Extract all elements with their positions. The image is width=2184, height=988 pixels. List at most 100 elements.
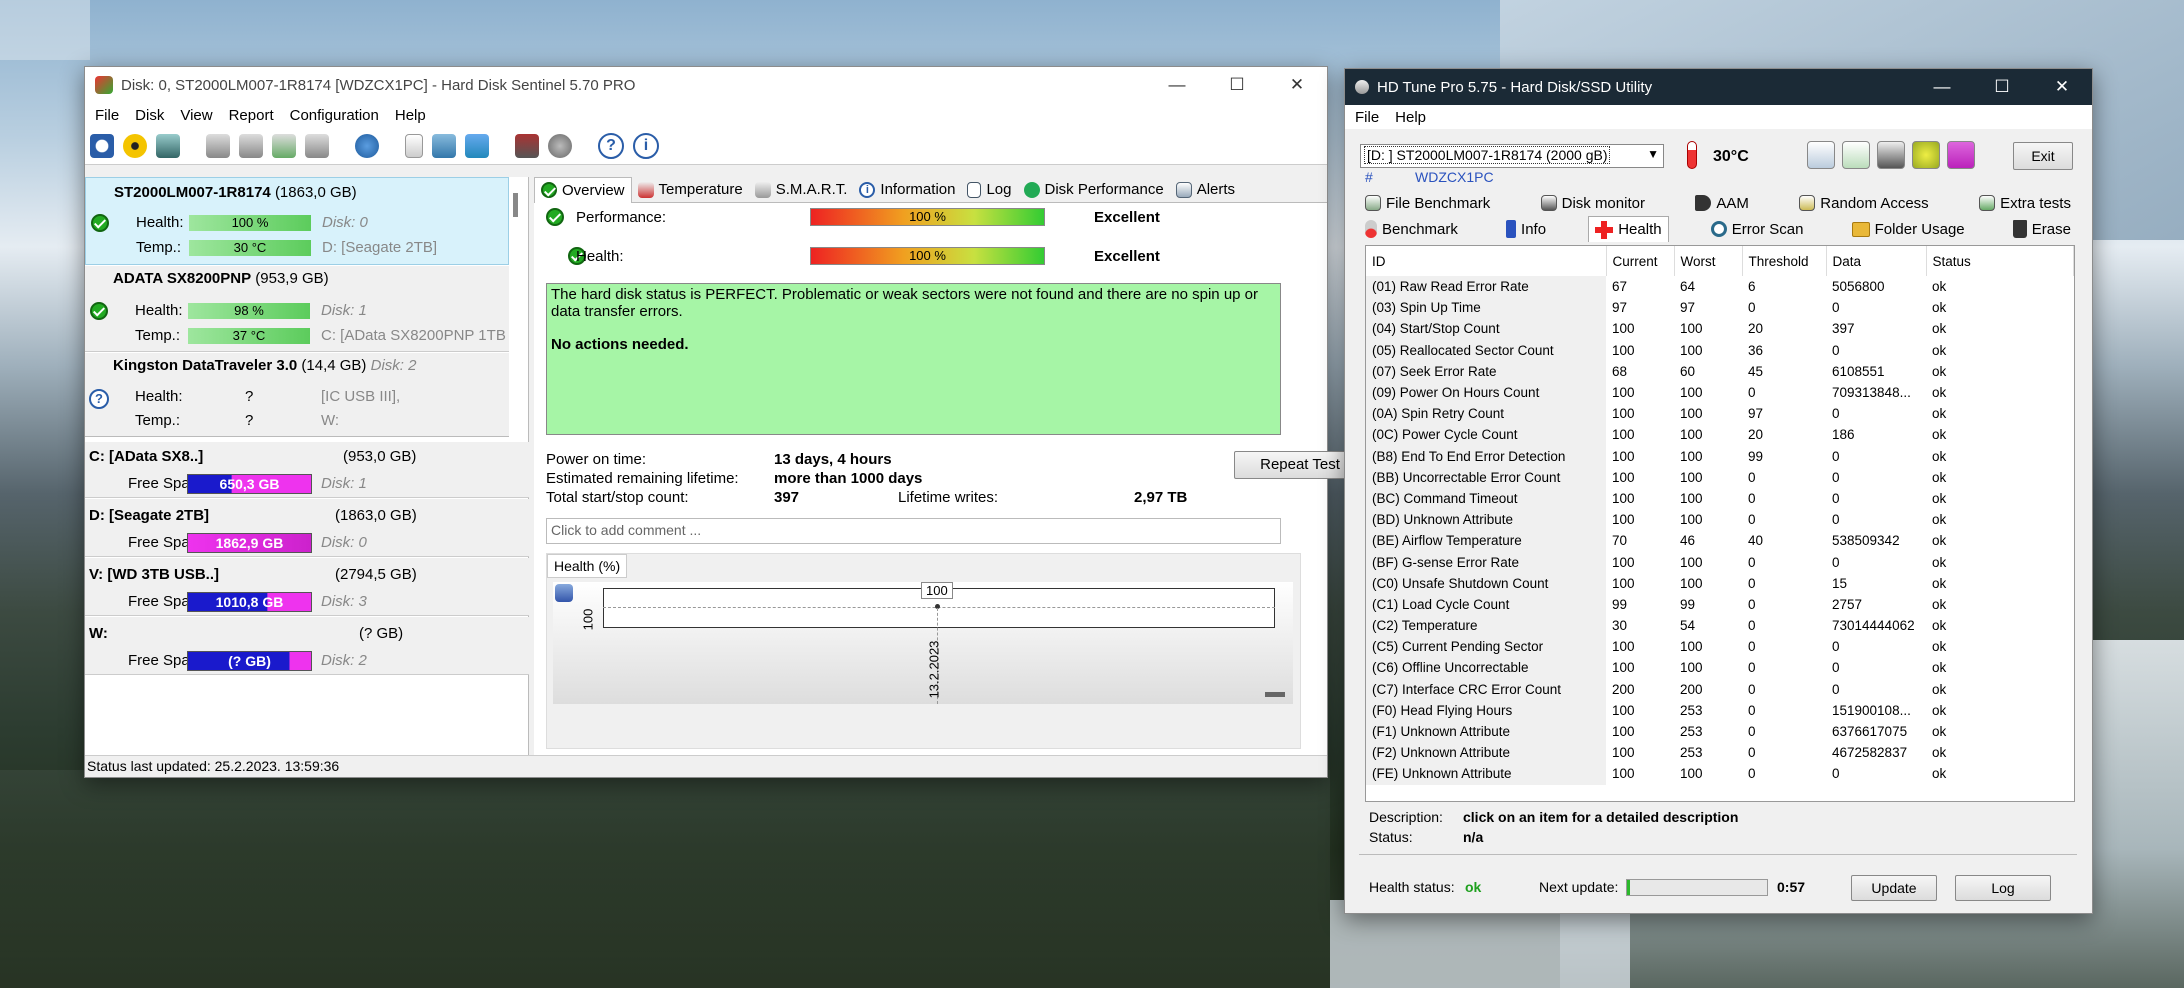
save-graph-icon[interactable] [555, 584, 573, 602]
update-button[interactable]: Update [1851, 875, 1937, 901]
volume-item[interactable]: V: [WD 3TB USB..] (2794,5 GB) Free Space… [85, 558, 529, 616]
disk-info-icon[interactable] [156, 133, 180, 158]
table-row[interactable]: (BB) Uncorrectable Error Count 100 100 0 0 ok [1366, 466, 2074, 488]
table-row[interactable]: (C7) Interface CRC Error Count 200 200 0 0 ok [1366, 678, 2074, 700]
list-scrollbar[interactable] [513, 193, 518, 217]
maximize-icon[interactable]: ☐ [1207, 67, 1267, 103]
table-row[interactable]: (0A) Spin Retry Count 100 100 97 0 ok [1366, 403, 2074, 425]
network-icon[interactable] [465, 133, 489, 158]
tab-log[interactable]: Log [961, 181, 1017, 198]
disk-settings-icon[interactable] [305, 133, 329, 158]
download-icon[interactable] [1947, 141, 1975, 169]
report-icon[interactable] [405, 133, 423, 158]
send-report-icon[interactable] [432, 133, 456, 158]
disk-check-icon[interactable] [272, 133, 296, 158]
table-row[interactable]: (C0) Unsafe Shutdown Count 100 100 0 15 ok [1366, 572, 2074, 594]
menu-help[interactable]: Help [387, 107, 434, 124]
menu-view[interactable]: View [172, 107, 220, 124]
disk-item[interactable]: ST2000LM007-1R8174 (1863,0 GB) Health: 1… [85, 177, 509, 265]
tab-extra-tests[interactable]: Extra tests [1973, 191, 2077, 215]
tab-overview[interactable]: Overview [534, 176, 632, 203]
table-row[interactable]: (F1) Unknown Attribute 100 253 0 6376617075 o… [1366, 720, 2074, 743]
table-row[interactable]: (C6) Offline Uncorrectable 100 100 0 0 ok [1366, 657, 2074, 679]
copy-all-icon[interactable] [1842, 141, 1870, 169]
column-header[interactable]: ID [1366, 246, 1607, 276]
table-row[interactable]: (B8) End To End Error Detection 100 100 99 0… [1366, 445, 2074, 467]
menu-report[interactable]: Report [221, 107, 282, 124]
monitor-icon[interactable] [515, 133, 539, 158]
comment-input[interactable]: Click to add comment ... [546, 518, 1281, 544]
graph-scroll-icon[interactable] [1265, 692, 1285, 697]
table-row[interactable]: (C1) Load Cycle Count 99 99 0 2757 ok [1366, 593, 2074, 615]
menu-disk[interactable]: Disk [127, 107, 172, 124]
table-row[interactable]: (FE) Unknown Attribute 100 100 0 0 ok [1366, 763, 2074, 785]
table-row[interactable]: (C2) Temperature 30 54 0 73014444062 ok [1366, 615, 2074, 637]
tab-folder-usage[interactable]: Folder Usage [1846, 216, 1971, 242]
graph-tab[interactable]: Health (%) [547, 554, 628, 578]
volume-item[interactable]: D: [Seagate 2TB] (1863,0 GB) Free Space … [85, 499, 529, 557]
table-cell: 100 [1612, 406, 1635, 422]
column-header[interactable]: Status [1926, 246, 2074, 276]
volume-item[interactable]: W: (? GB) Free Space (? GB) Disk: 2 [85, 617, 529, 675]
close-icon[interactable]: ✕ [2032, 69, 2092, 105]
table-row[interactable]: (F2) Unknown Attribute 100 253 0 4672582837 o… [1366, 742, 2074, 764]
minimize-icon[interactable]: — [1912, 69, 1972, 105]
table-row[interactable]: (BE) Airflow Temperature 70 46 40 538509342 o… [1366, 530, 2074, 552]
column-header[interactable]: Current [1606, 246, 1675, 276]
tab-temperature[interactable]: Temperature [632, 181, 749, 198]
disk-item[interactable]: ADATA SX8200PNP (953,9 GB) Health: 98 % … [85, 266, 509, 352]
disk-item[interactable]: Kingston DataTraveler 3.0 (14,4 GB) Disk… [85, 353, 509, 437]
table-row[interactable]: (0C) Power Cycle Count 100 100 20 186 ok [1366, 424, 2074, 446]
maximize-icon[interactable]: ☐ [1972, 69, 2032, 105]
tab-error-scan[interactable]: Error Scan [1705, 216, 1810, 242]
health-status-value: ok [1465, 879, 1482, 895]
tab-aam[interactable]: AAM [1689, 191, 1755, 215]
tab-random-access[interactable]: Random Access [1793, 191, 1934, 215]
drive-select[interactable]: [D: ] ST2000LM007-1R8174 (2000 gB) ▼ [1360, 144, 1664, 168]
about-icon[interactable]: i [633, 132, 659, 159]
table-row[interactable]: (C5) Current Pending Sector 100 100 0 0 ok [1366, 636, 2074, 658]
log-button[interactable]: Log [1955, 875, 2051, 901]
copy-icon[interactable] [1807, 141, 1835, 169]
tab-information[interactable]: i Information [853, 181, 961, 198]
tab-info[interactable]: Info [1500, 216, 1552, 242]
table-row[interactable]: (07) Seek Error Rate 68 60 45 6108551 ok [1366, 360, 2074, 382]
close-icon[interactable]: ✕ [1267, 67, 1327, 103]
help-icon[interactable]: ? [598, 132, 624, 159]
exit-button[interactable]: Exit [2013, 142, 2073, 170]
column-header[interactable]: Data [1826, 246, 1927, 276]
table-row[interactable]: (04) Start/Stop Count 100 100 20 397 ok [1366, 318, 2074, 340]
volume-item[interactable]: C: [AData SX8..] (953,0 GB) Free Space 6… [85, 442, 529, 498]
menu-file[interactable]: File [87, 107, 127, 124]
table-row[interactable]: (01) Raw Read Error Rate 67 64 6 5056800 ok [1366, 276, 2074, 298]
table-row[interactable]: (BF) G-sense Error Rate 100 100 0 0 ok [1366, 551, 2074, 573]
table-row[interactable]: (BD) Unknown Attribute 100 100 0 0 ok [1366, 509, 2074, 531]
menu-help[interactable]: Help [1387, 109, 1434, 126]
tab-alerts[interactable]: Alerts [1170, 181, 1241, 198]
refresh-icon[interactable] [90, 133, 114, 158]
tab-benchmark[interactable]: Benchmark [1359, 216, 1464, 242]
key-icon[interactable] [1912, 141, 1940, 169]
menu-file[interactable]: File [1347, 109, 1387, 126]
tab-disk-performance[interactable]: Disk Performance [1018, 181, 1170, 198]
column-header[interactable]: Threshold [1742, 246, 1827, 276]
column-header[interactable]: Worst [1674, 246, 1743, 276]
camera-icon[interactable] [1877, 141, 1905, 169]
tab-erase[interactable]: Erase [2007, 216, 2077, 242]
menu-configuration[interactable]: Configuration [282, 107, 387, 124]
tab-health[interactable]: Health [1588, 216, 1669, 242]
table-row[interactable]: (F0) Head Flying Hours 100 253 0 151900108..… [1366, 699, 2074, 721]
tab-disk-monitor[interactable]: Disk monitor [1535, 191, 1651, 215]
table-row[interactable]: (05) Reallocated Sector Count 100 100 36 0 ok [1366, 339, 2074, 361]
tab-file-benchmark[interactable]: File Benchmark [1359, 191, 1496, 215]
minimize-icon[interactable]: — [1147, 67, 1207, 103]
tab-smart[interactable]: S.M.A.R.T. [749, 181, 854, 198]
table-row[interactable]: (03) Spin Up Time 97 97 0 0 ok [1366, 297, 2074, 319]
speaker-icon[interactable] [548, 133, 572, 158]
disk-surface-icon[interactable] [239, 133, 263, 158]
disk-test-icon[interactable] [206, 133, 230, 158]
globe-icon[interactable] [355, 133, 379, 158]
table-row[interactable]: (BC) Command Timeout 100 100 0 0 ok [1366, 487, 2074, 510]
warning-icon[interactable] [123, 133, 147, 158]
table-row[interactable]: (09) Power On Hours Count 100 100 0 70931384… [1366, 381, 2074, 404]
